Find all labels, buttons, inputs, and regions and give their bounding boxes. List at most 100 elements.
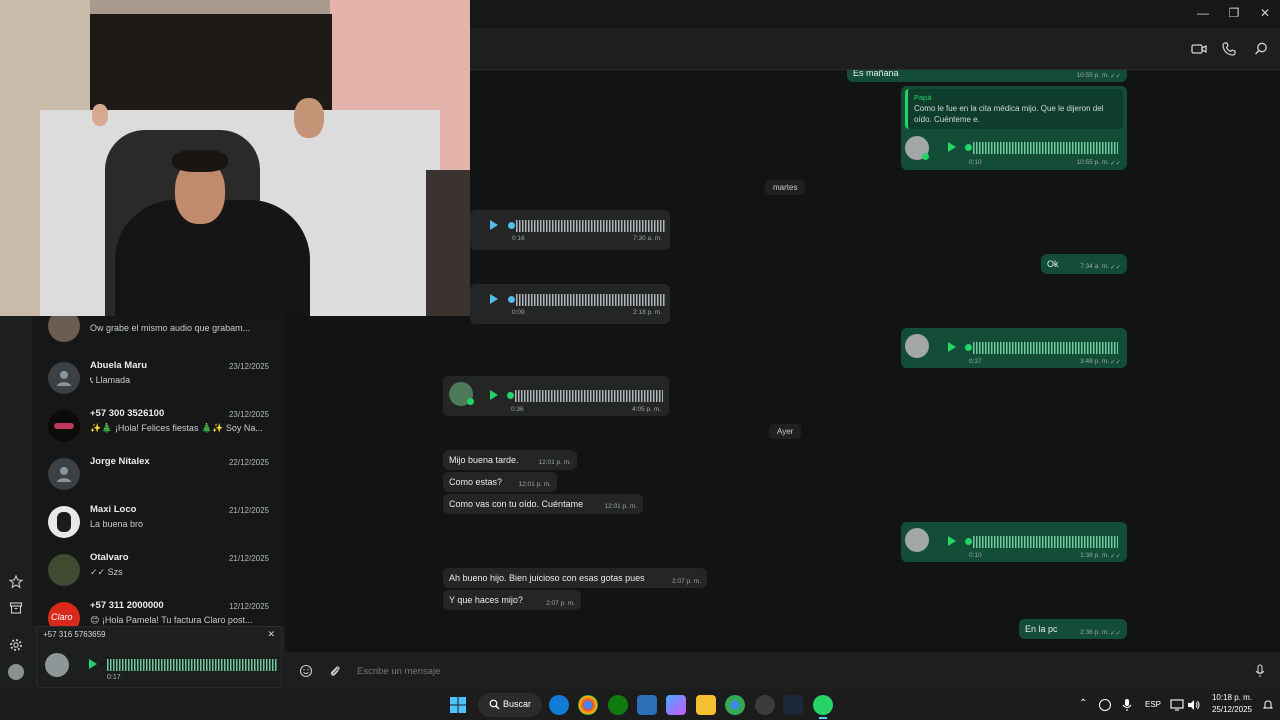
outgoing-voice-reply: Papá Como le fue en la cita médica mijo.… [901,86,1127,170]
notifications-bell-icon[interactable] [1262,699,1274,711]
audio-waveform[interactable] [516,220,666,232]
whatsapp-app-icon[interactable] [813,695,833,715]
mini-player-close-button[interactable]: ✕ [267,629,275,640]
app-icon[interactable] [755,695,775,715]
play-icon[interactable] [89,659,97,669]
clock-date[interactable]: 25/12/2025 [1208,705,1252,714]
chat-row[interactable]: Claro +57 311 2000000 12/12/2025 😊 ¡Hola… [32,594,285,626]
double-check-icon: ✓✓ [90,567,108,577]
play-icon[interactable] [490,220,498,230]
emoji-icon[interactable] [299,664,313,678]
chat-row[interactable]: +57 300 3526100 23/12/2025 ✨🎄 ¡Hola! Fel… [32,402,285,450]
chat-preview: 😊 ¡Hola Pamela! Tu factura Claro post... [90,615,253,625]
audio-waveform[interactable] [973,536,1118,548]
close-button[interactable]: ✕ [1250,4,1280,22]
settings-gear-icon[interactable] [8,637,24,653]
chevron-up-icon[interactable]: ⌃ [1079,698,1087,709]
sender-avatar [45,653,69,677]
incoming-message: Y que haces mijo? 2:07 p. m. [443,590,581,610]
chat-preview: 📞︎ Llamada [90,375,131,385]
audio-waveform[interactable] [107,659,277,671]
outgoing-voice-message: 0:37 3:48 p. m. ✓✓ [901,328,1127,368]
chat-row[interactable]: Otalvaro 21/12/2025 ✓✓ Szs [32,546,285,594]
copilot-app-icon[interactable] [666,695,686,715]
audio-waveform[interactable] [516,294,666,306]
read-receipt-icon: ✓✓ [1110,160,1121,167]
chat-date: 21/12/2025 [228,506,269,515]
chat-preview: ✨🎄 ¡Hola! Felices fiestas 🎄✨ Soy Na... [90,423,263,433]
language-indicator[interactable]: ESP [1145,700,1161,709]
message-composer [285,652,1280,690]
incoming-voice-message: 0:36 4:05 p. m. [443,376,669,416]
chat-name: Maxi Loco [90,504,137,515]
chat-date: 21/12/2025 [228,554,269,563]
sync-icon[interactable] [1099,699,1111,711]
search-icon[interactable] [1252,40,1270,58]
file-explorer-icon[interactable] [696,695,716,715]
chat-preview: ✓✓ Szs [90,567,123,577]
network-icon[interactable] [1170,699,1184,711]
attach-paperclip-icon[interactable] [328,664,342,678]
outgoing-message: Es mañana 10:55 p. m. ✓✓ [847,70,1127,82]
message-input[interactable] [357,662,1217,680]
xbox-app-icon[interactable] [608,695,628,715]
clock-time[interactable]: 10:18 p. m. [1210,693,1252,702]
phone-call-icon[interactable] [1220,40,1238,58]
play-icon[interactable] [948,536,956,546]
play-icon[interactable] [490,294,498,304]
mini-player-number: +57 316 5763659 [43,630,106,639]
quoted-message[interactable]: Papá Como le fue en la cita médica mijo.… [905,89,1123,129]
audio-waveform[interactable] [973,142,1118,154]
play-icon[interactable] [948,342,956,352]
chat-preview: La buena bro [90,519,144,529]
chat-name: Otalvaro [90,552,129,563]
mini-audio-player: +57 316 5763659 ✕ 0:17 [36,626,282,688]
chat-name: +57 300 3526100 [90,408,165,419]
outgoing-message: Ok 7:34 a. m. ✓✓ [1041,254,1127,274]
incoming-message: Mijo buena tarde. 12:01 p. m. [443,450,577,470]
chat-date: 12/12/2025 [228,602,269,611]
date-divider: martes [765,180,806,195]
play-icon[interactable] [948,142,956,152]
quoted-text: Como le fue en la cita médica mijo. Que … [914,104,1104,124]
steam-app-icon[interactable] [783,695,803,715]
play-icon[interactable] [490,390,498,400]
maximize-button[interactable]: ❐ [1219,4,1249,22]
chat-date: 23/12/2025 [228,410,269,419]
archive-icon[interactable] [8,600,24,616]
microphone-icon[interactable] [1121,698,1133,712]
date-divider: Ayer [769,424,802,439]
incoming-voice-message: 0:16 7:30 a. m. [470,210,670,250]
chat-date: 23/12/2025 [228,362,269,371]
star-icon[interactable] [8,574,24,590]
chat-row[interactable]: Ow grabe el mismo audio que grabam... [32,316,285,350]
taskbar-search[interactable]: Buscar [478,693,542,717]
audio-waveform[interactable] [973,342,1118,354]
chat-row[interactable]: Jorge Nitalex 22/12/2025 [32,450,285,498]
chat-preview: Ow grabe el mismo audio que grabam... [90,323,251,333]
default-avatar-icon [48,458,80,490]
video-call-icon[interactable] [1190,40,1208,58]
mini-player-duration: 0:17 [107,674,121,681]
search-icon [489,699,500,710]
profile-avatar[interactable] [8,664,24,680]
incoming-voice-message: 0:09 2:18 p. m. [470,284,670,324]
chat-row[interactable]: Abuela Maru 23/12/2025 📞︎ Llamada [32,354,285,402]
chat-name: Abuela Maru [90,360,148,371]
volume-icon[interactable] [1187,699,1201,711]
chat-row[interactable]: Maxi Loco 21/12/2025 La buena bro [32,498,285,546]
chat-name: Jorge Nitalex [90,456,150,467]
incoming-message: Como estas? 12:01 p. m. [443,472,557,492]
minimize-button[interactable]: — [1188,4,1218,22]
contact-avatar [48,316,80,342]
photos-app-icon[interactable] [637,695,657,715]
audio-waveform[interactable] [515,390,663,402]
chrome-profile-app-icon[interactable] [725,695,745,715]
contact-avatar [48,410,80,442]
left-rail [0,316,32,690]
microphone-icon[interactable] [1253,663,1267,679]
chrome-app-icon[interactable] [578,695,598,715]
edge-app-icon[interactable] [549,695,569,715]
windows-start-icon[interactable] [449,696,467,714]
mic-badge-icon [922,153,929,160]
